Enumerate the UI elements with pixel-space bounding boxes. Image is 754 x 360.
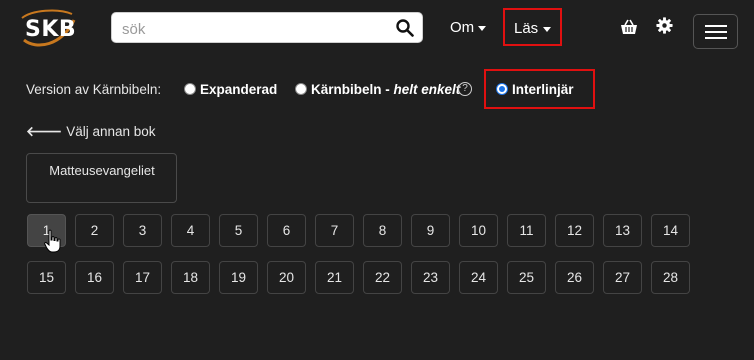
chapter-button[interactable]: 17 [123,261,162,294]
chapter-button[interactable]: 27 [603,261,642,294]
chapter-button[interactable]: 12 [555,214,594,247]
radio-button-checked[interactable] [496,83,508,95]
back-link[interactable]: 🡐 Välj annan bok [26,124,156,140]
chapter-button[interactable]: 24 [459,261,498,294]
arrow-left-icon: 🡐 [26,124,63,139]
navbar: SKB Om Läs [0,0,754,58]
nav-las-label: Läs [514,20,539,37]
chapter-button[interactable]: 2 [75,214,114,247]
radio-label: Kärnbibeln - helt enkelt [311,82,461,97]
radio-expanderad[interactable]: Expanderad [184,82,279,98]
hamburger-menu-button[interactable] [693,14,738,49]
book-name: Matteusevangeliet [49,163,155,178]
search-input[interactable] [122,19,392,39]
chapter-button[interactable]: 26 [555,261,594,294]
chapter-button[interactable]: 28 [651,261,690,294]
chapter-button[interactable]: 14 [651,214,690,247]
radio-label: Interlinjär [512,82,574,97]
chapter-button[interactable]: 22 [363,261,402,294]
book-selector[interactable]: Matteusevangeliet [26,153,177,203]
chapter-button[interactable]: 18 [171,261,210,294]
basket-icon[interactable] [620,18,638,36]
radio-button[interactable] [295,83,307,95]
radio-button[interactable] [184,83,196,95]
hamburger-menu-icon [705,25,727,27]
chapter-button[interactable]: 6 [267,214,306,247]
chapter-button[interactable]: 8 [363,214,402,247]
chapter-button[interactable]: 10 [459,214,498,247]
chapter-button[interactable]: 19 [219,261,258,294]
chapter-button[interactable]: 9 [411,214,450,247]
chapter-button[interactable]: 15 [27,261,66,294]
chapter-button[interactable]: 3 [123,214,162,247]
radio-karnbibeln[interactable]: Kärnbibeln - helt enkelt [295,82,460,98]
gear-icon[interactable] [656,17,673,34]
chapter-button[interactable]: 25 [507,261,546,294]
chapter-button[interactable]: 13 [603,214,642,247]
chevron-down-icon [543,27,551,32]
chevron-down-icon [478,25,487,31]
nav-om-label: Om [450,19,475,36]
help-icon[interactable]: ? [458,82,472,96]
search-box [111,12,423,43]
radio-interlinjar[interactable]: Interlinjär [496,82,588,98]
nav-om-dropdown[interactable]: Om [450,19,487,36]
nav-las-dropdown[interactable]: Läs [503,8,562,46]
chapter-button[interactable]: 16 [75,261,114,294]
hand-cursor-icon [44,229,61,253]
chapter-button[interactable]: 20 [267,261,306,294]
chapter-button[interactable]: 5 [219,214,258,247]
logo-text: SKB [25,17,77,42]
chapter-button[interactable]: 21 [315,261,354,294]
chapter-button[interactable]: 4 [171,214,210,247]
radio-label: Expanderad [200,82,278,97]
chapter-button[interactable]: 11 [507,214,546,247]
search-icon[interactable] [396,19,414,37]
skb-logo[interactable]: SKB [18,6,78,50]
chapter-button[interactable]: 7 [315,214,354,247]
version-label: Version av Kärnbibeln: [26,82,162,97]
chapter-button[interactable]: 23 [411,261,450,294]
back-link-label: Välj annan bok [66,124,156,139]
